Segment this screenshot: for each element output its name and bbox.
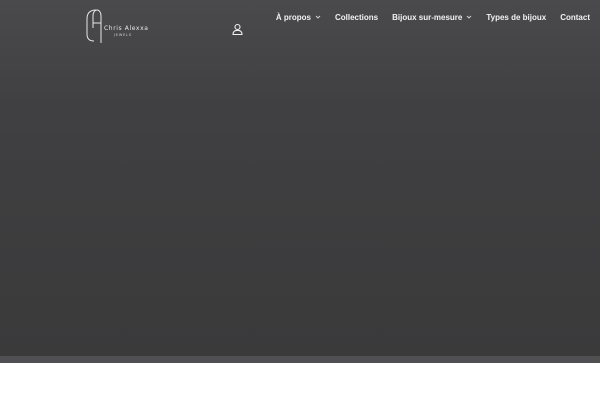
content-area <box>0 363 600 400</box>
nav-item-label: Contact <box>560 12 590 22</box>
nav-item-label: Collections <box>334 12 379 22</box>
site-logo[interactable]: Chris Alexxa JEWELS <box>84 8 154 44</box>
chevron-down-icon <box>315 15 321 19</box>
account-button[interactable] <box>231 23 244 36</box>
page: Chris Alexxa JEWELS À propos Collections… <box>0 0 600 400</box>
nav-item-label: Bijoux sur-mesure <box>392 12 463 22</box>
nav-item-label: Types de bijoux <box>486 12 547 22</box>
nav-item-contact[interactable]: Contact <box>560 13 590 22</box>
hero-banner <box>0 0 600 356</box>
user-icon <box>232 23 243 36</box>
hero-bottom-strip <box>0 356 600 363</box>
nav-item-label: À propos <box>275 12 311 22</box>
main-navigation: À propos Collections Bijoux sur-mesure T… <box>276 10 590 24</box>
nav-item-bijoux-sur-mesure[interactable]: Bijoux sur-mesure <box>392 13 472 22</box>
nav-item-types-de-bijoux[interactable]: Types de bijoux <box>486 13 546 22</box>
brand-subtitle: JEWELS <box>114 33 132 37</box>
nav-item-a-propos[interactable]: À propos <box>276 13 321 22</box>
chevron-down-icon <box>467 15 472 19</box>
nav-item-collections[interactable]: Collections <box>335 13 378 22</box>
brand-name: Chris Alexxa <box>104 25 149 32</box>
